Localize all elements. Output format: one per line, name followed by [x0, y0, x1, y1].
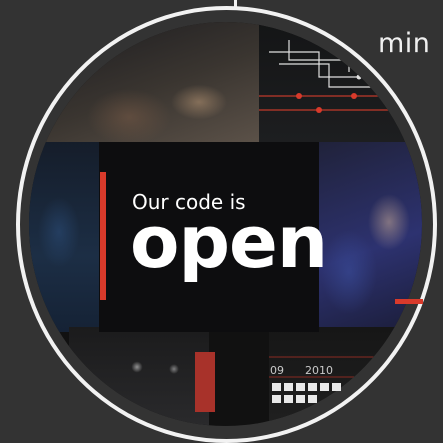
accent-underline — [395, 299, 423, 304]
timeline-grid-lines — [269, 356, 422, 378]
headline-big: open — [130, 200, 328, 284]
accent-bar — [100, 172, 106, 300]
timeline-label: 2010 — [305, 364, 333, 377]
photo-circuit-board — [259, 22, 422, 142]
photo-lights — [69, 327, 209, 426]
circuit-lines-icon — [259, 32, 422, 113]
photo-person-side — [29, 142, 99, 332]
photo-timeline — [269, 327, 422, 426]
photo-workshop-hands — [29, 22, 259, 142]
timeline-label: 09 — [270, 364, 284, 377]
hero-stage: min — [0, 0, 443, 443]
red-object — [195, 352, 215, 412]
